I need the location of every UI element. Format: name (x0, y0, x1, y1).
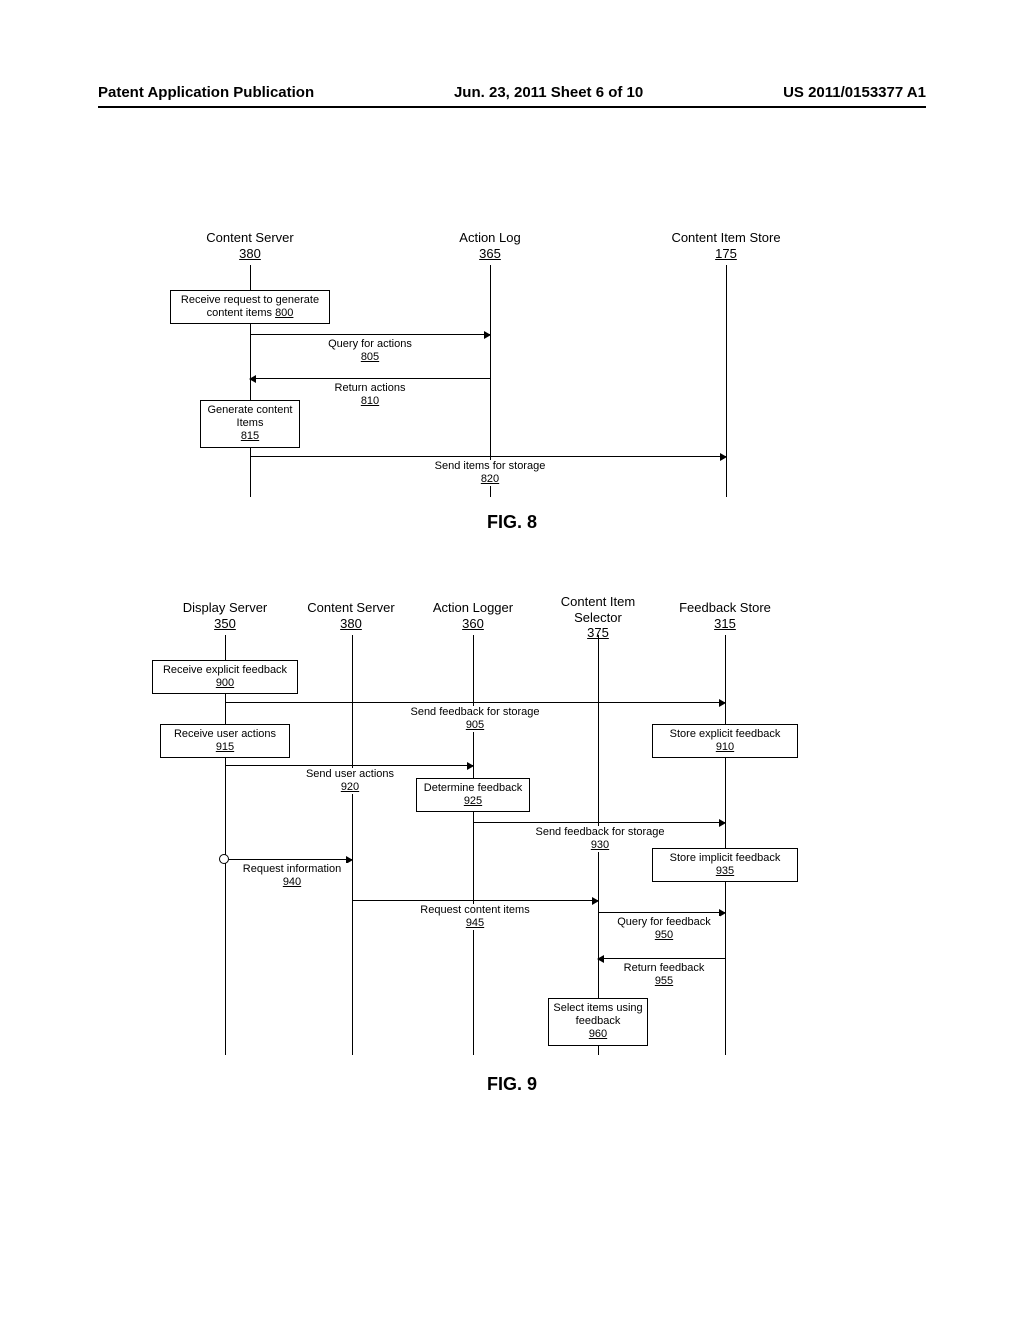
fig9-label: FIG. 9 (0, 1074, 1024, 1095)
fig9-event-circle (219, 854, 229, 864)
figure-9: Display Server 350 Content Server 380 Ac… (0, 600, 1024, 1090)
fig8-lane-content-item-store: Content Item Store 175 (656, 230, 796, 261)
fig9-lifeline-1 (225, 635, 226, 1055)
fig9-arrow-940 (229, 859, 352, 860)
header-center: Jun. 23, 2011 Sheet 6 of 10 (454, 84, 643, 101)
fig9-box-925: Determine feedback 925 (416, 778, 530, 812)
fig9-box-935: Store implicit feedback 935 (652, 848, 798, 882)
fig9-box-960: Select items using feedback 960 (548, 998, 648, 1046)
fig9-arrow-950 (598, 912, 725, 913)
fig9-msg-940: Request information 940 (232, 863, 352, 889)
page-header: Patent Application Publication Jun. 23, … (98, 84, 926, 101)
fig9-arrow-930 (473, 822, 725, 823)
fig9-lane-content-server: Content Server 380 (296, 600, 406, 631)
fig8-arrow-805 (250, 334, 490, 335)
fig9-arrow-905 (225, 702, 725, 703)
fig9-msg-905: Send feedback for storage 905 (400, 706, 550, 732)
header-right: US 2011/0153377 A1 (783, 84, 926, 101)
fig9-lane-display-server: Display Server 350 (170, 600, 280, 631)
fig9-msg-945: Request content items 945 (412, 904, 538, 930)
fig8-arrow-820 (250, 456, 726, 457)
fig9-lane-feedback-store: Feedback Store 315 (670, 600, 780, 631)
fig9-box-910: Store explicit feedback 910 (652, 724, 798, 758)
fig8-label: FIG. 8 (0, 512, 1024, 533)
header-rule (98, 106, 926, 108)
fig9-arrow-955 (598, 958, 725, 959)
fig9-lane-content-item-selector: Content Item Selector 375 (543, 594, 653, 641)
fig8-box-800: Receive request to generate content item… (170, 290, 330, 324)
fig9-msg-920: Send user actions 920 (290, 768, 410, 794)
fig9-arrow-945 (352, 900, 598, 901)
fig8-arrow-810 (250, 378, 490, 379)
fig9-arrow-920 (225, 765, 473, 766)
fig8-box-815: Generate content Items 815 (200, 400, 300, 448)
fig9-msg-950: Query for feedback 950 (608, 916, 720, 942)
fig9-box-915: Receive user actions 915 (160, 724, 290, 758)
header-left: Patent Application Publication (98, 84, 314, 101)
fig8-msg-820: Send items for storage 820 (415, 460, 565, 486)
fig8-msg-810: Return actions 810 (312, 382, 428, 408)
fig8-lifeline-3 (726, 265, 727, 497)
fig9-lifeline-2 (352, 635, 353, 1055)
fig8-lane-action-log: Action Log 365 (420, 230, 560, 261)
fig9-lane-action-logger: Action Logger 360 (418, 600, 528, 631)
fig9-box-900: Receive explicit feedback 900 (152, 660, 298, 694)
fig9-msg-955: Return feedback 955 (608, 962, 720, 988)
figure-8: Content Server 380 Action Log 365 Conten… (0, 230, 1024, 550)
fig8-msg-805: Query for actions 805 (310, 338, 430, 364)
fig8-lane-content-server: Content Server 380 (180, 230, 320, 261)
fig9-lifeline-3 (473, 635, 474, 1055)
